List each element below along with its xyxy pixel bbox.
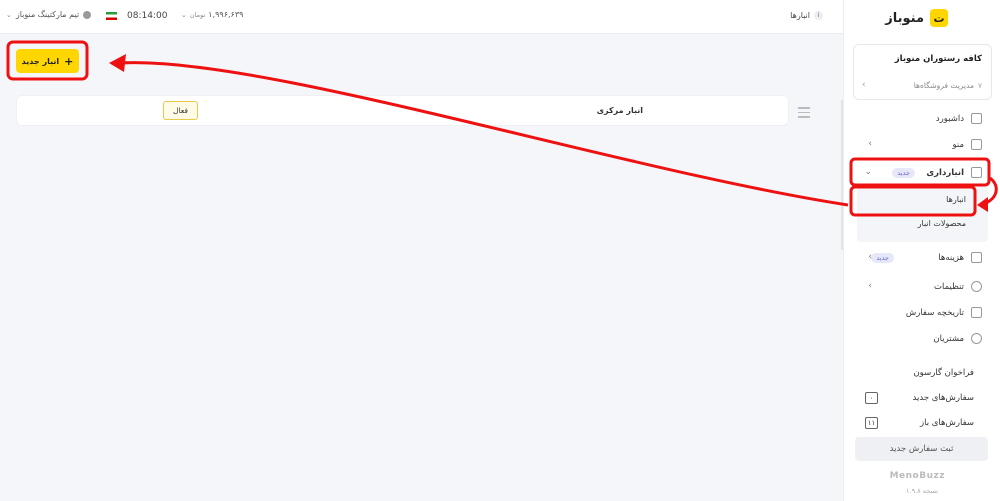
sidebar-item-menu[interactable]: منو	[952, 139, 982, 150]
wallet-balance[interactable]: ⌄ تومان ۱,۹۹۶,۶۳۹	[181, 10, 243, 19]
logo-icon: ت	[930, 9, 948, 27]
page-title-label: انبارها	[790, 11, 810, 20]
info-icon[interactable]: i	[814, 11, 823, 20]
sidebar-item-label: داشبورد	[935, 113, 964, 124]
submit-order-button[interactable]: ثبت سفارش جدید	[855, 437, 988, 461]
new-orders-label[interactable]: سفارش‌های جدید	[913, 393, 974, 403]
grid-icon	[971, 113, 982, 124]
warehouse-row[interactable]: انبار مرکزی فعال	[16, 95, 789, 126]
sidebar-item-inventory[interactable]: انبارداری	[926, 167, 982, 178]
user-menu[interactable]: ⌄ تیم مارکتینگ منوباز	[6, 10, 92, 19]
user-name: تیم مارکتینگ منوباز	[15, 10, 80, 19]
sidebar-item-customers[interactable]: مشتریان	[933, 333, 982, 344]
sidebar-item-dashboard[interactable]: داشبورد	[936, 113, 982, 124]
new-badge: جدید	[871, 253, 894, 263]
drag-handle-icon[interactable]	[798, 107, 810, 121]
chevron-left-icon: ‹	[862, 80, 866, 90]
box-icon	[971, 167, 982, 178]
sidebar-item-costs[interactable]: هزینه‌ها	[938, 252, 982, 263]
new-orders-count: ۰	[865, 392, 878, 404]
manage-stores-label: مدیریت فروشگاه‌ها	[913, 81, 974, 90]
sidebar-item-warehouse-products[interactable]: محصولات انبار	[918, 219, 966, 228]
top-header: انبارها i ⌄ تومان ۱,۹۹۶,۶۳۹ 08:14:00 ⌄ ت…	[0, 0, 843, 34]
document-icon	[971, 307, 982, 318]
page-title: انبارها i	[790, 11, 823, 20]
sidebar-item-label: تنظیمات	[934, 281, 964, 292]
waiter-call-title: فراخوان گارسون	[913, 368, 974, 378]
balance-unit: تومان	[189, 10, 206, 19]
store-switcher[interactable]: کافه رستوران منوباز مدیریت فروشگاه‌ها ۷ …	[853, 44, 992, 100]
brand-logo[interactable]: منوباز ت	[885, 9, 948, 27]
layers-icon	[971, 139, 982, 150]
chevron-down-icon: ⌄	[864, 167, 872, 177]
sidebar-item-order-history[interactable]: تاریخچه سفارش	[906, 307, 982, 318]
chevron-down-icon: ⌄	[6, 10, 12, 19]
warehouse-name: انبار مرکزی	[596, 106, 643, 115]
status-badge: فعال	[163, 101, 198, 120]
brand-name: منوباز	[885, 10, 924, 26]
footer-brand: MenoBuzz	[889, 471, 945, 481]
sidebar: منوباز ت کافه رستوران منوباز مدیریت فروش…	[843, 0, 1000, 501]
version-label: نسخه ۱.۹.۸	[906, 487, 938, 495]
sidebar-item-label: تاریخچه سفارش	[905, 307, 964, 318]
balance-value: ۱,۹۹۶,۶۳۹	[208, 10, 244, 19]
sidebar-item-label: منو	[952, 139, 964, 150]
iran-flag-icon[interactable]	[106, 12, 117, 20]
chevron-left-icon: ‹	[868, 252, 872, 262]
users-icon	[971, 333, 982, 344]
manage-stores[interactable]: مدیریت فروشگاه‌ها ۷	[914, 81, 982, 90]
sidebar-item-settings[interactable]: تنظیمات	[934, 281, 982, 292]
new-warehouse-button[interactable]: انبار جدید +	[16, 49, 79, 73]
annotation-arrow-line	[119, 61, 849, 207]
store-name: کافه رستوران منوباز	[894, 54, 982, 64]
sidebar-item-label: انبارداری	[926, 167, 964, 178]
open-orders-label[interactable]: سفارش‌های باز	[920, 418, 974, 428]
new-badge: جدید	[892, 168, 915, 178]
store-count: ۷	[977, 81, 982, 90]
open-orders-count: ۱۱	[865, 417, 878, 429]
chevron-left-icon: ‹	[868, 281, 872, 291]
sidebar-scrollbar[interactable]	[841, 100, 843, 250]
plus-icon: +	[64, 54, 74, 68]
chevron-left-icon: ‹	[868, 139, 872, 149]
annotation-arrow-head	[109, 54, 126, 72]
sidebar-item-warehouses[interactable]: انبارها	[946, 195, 966, 204]
user-icon	[83, 10, 92, 19]
new-warehouse-label: انبار جدید	[21, 56, 60, 66]
gear-icon	[971, 281, 982, 292]
wallet-icon	[971, 252, 982, 263]
sidebar-item-label: مشتریان	[933, 333, 964, 344]
clock: 08:14:00	[127, 11, 168, 21]
sidebar-item-label: هزینه‌ها	[938, 252, 964, 263]
inventory-submenu: انبارها محصولات انبار	[857, 186, 988, 242]
chevron-down-icon: ⌄	[181, 10, 187, 19]
